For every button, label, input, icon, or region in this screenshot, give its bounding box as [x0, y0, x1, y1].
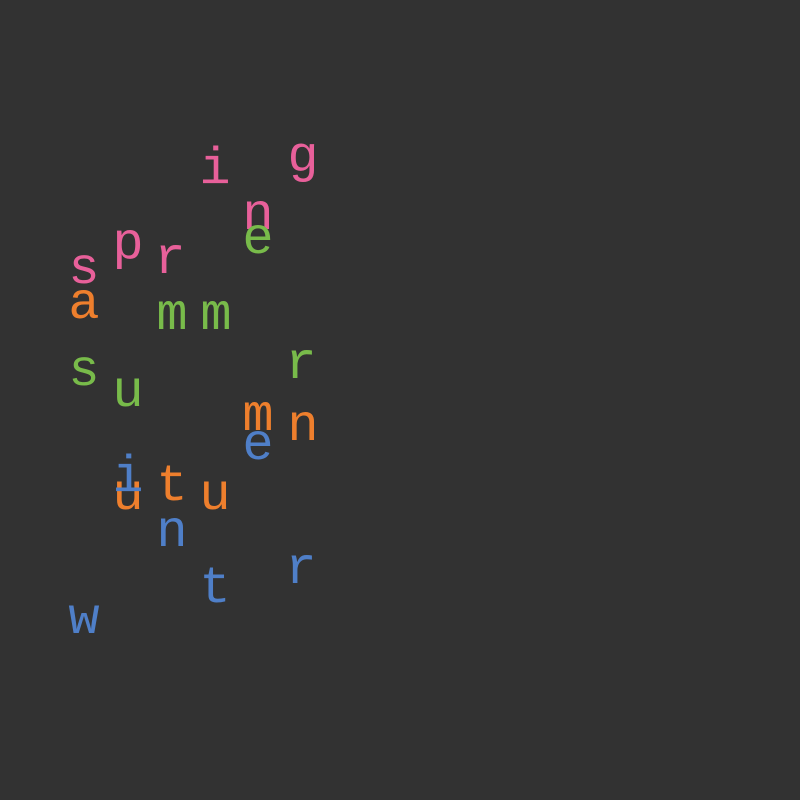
winter-letter-w: w	[68, 590, 100, 649]
spring-letter-g: g	[287, 128, 319, 187]
winter-letter-n: n	[156, 503, 188, 562]
summer-letter-m2: m	[200, 286, 232, 345]
summer-letter-r: r	[285, 335, 317, 394]
summer-letter-m1: m	[156, 286, 188, 345]
letter-canvas: s p r i n g s u m m e r a u t u m n w i …	[0, 0, 800, 800]
winter-letter-r: r	[285, 540, 317, 599]
autumn-letter-u2: u	[199, 466, 231, 525]
winter-letter-e: e	[242, 416, 274, 475]
winter-letter-t: t	[199, 559, 231, 618]
spring-letter-i: i	[199, 140, 231, 199]
spring-letter-p: p	[112, 215, 144, 274]
summer-letter-s: s	[68, 342, 100, 401]
autumn-letter-a: a	[68, 275, 100, 334]
summer-letter-u: u	[112, 363, 144, 422]
winter-letter-i: i	[112, 448, 144, 507]
spring-letter-r: r	[154, 230, 186, 289]
summer-letter-e: e	[242, 210, 274, 269]
autumn-letter-n: n	[287, 397, 319, 456]
